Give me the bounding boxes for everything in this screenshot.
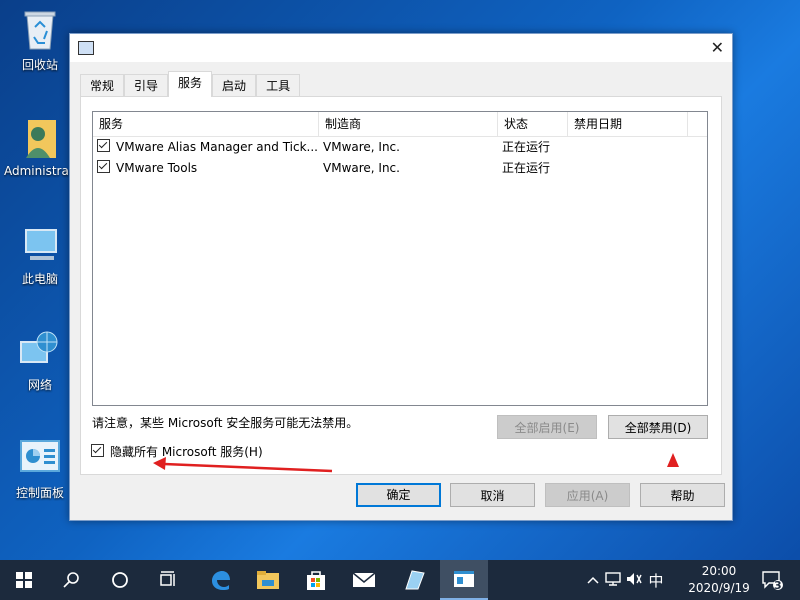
store-button[interactable]: [292, 560, 340, 600]
taskbar: 中 20:00 2020/9/19 3: [0, 560, 800, 600]
desktop-admin-folder[interactable]: Administra...: [4, 116, 76, 178]
service-manufacturer: VMware, Inc.: [323, 161, 400, 175]
msconfig-icon: [454, 571, 474, 587]
recycle-bin-icon: [18, 8, 62, 52]
notification-count: 3: [774, 579, 782, 592]
desktop-network[interactable]: 网络: [4, 328, 76, 393]
service-status: 正在运行: [502, 161, 551, 175]
system-tray: 中: [583, 560, 667, 600]
title-bar[interactable]: ✕: [70, 34, 732, 62]
tab-services[interactable]: 服务: [168, 71, 213, 97]
msconfig-taskbar-button[interactable]: [440, 560, 488, 600]
msconfig-icon: [78, 41, 94, 55]
close-button[interactable]: ✕: [711, 38, 724, 57]
desktop-icon-label: 回收站: [21, 58, 58, 72]
ok-button[interactable]: 确定: [356, 483, 441, 507]
annotation-arrow-up: [667, 453, 679, 467]
desktop-control-panel[interactable]: 控制面板: [4, 436, 76, 501]
tab-tools[interactable]: 工具: [256, 74, 301, 97]
service-name: VMware Alias Manager and Tick...: [116, 140, 318, 154]
services-list[interactable]: 服务 制造商 状态 禁用日期 VMware Alias Manager and …: [92, 111, 708, 406]
tab-startup[interactable]: 启动: [212, 74, 257, 97]
table-row[interactable]: VMware Alias Manager and Tick... VMware,…: [93, 137, 707, 158]
app-taskbar-button[interactable]: [390, 560, 438, 600]
tab-strip: 常规 引导 服务 启动 工具: [80, 71, 301, 97]
network-tray-icon[interactable]: [603, 571, 623, 589]
windows-logo-icon: [16, 572, 32, 588]
search-button[interactable]: [48, 560, 96, 600]
list-header: 服务 制造商 状态 禁用日期: [93, 112, 707, 137]
service-checkbox[interactable]: [97, 139, 110, 152]
apply-button[interactable]: 应用(A): [545, 483, 630, 507]
help-button[interactable]: 帮助: [640, 483, 725, 507]
clock-time: 20:00: [701, 564, 737, 578]
column-header-disable-date[interactable]: 禁用日期: [568, 112, 688, 136]
disable-all-button[interactable]: 全部禁用(D): [608, 415, 708, 439]
service-name: VMware Tools: [116, 161, 198, 175]
clock-date: 2020/9/19: [688, 581, 750, 595]
control-panel-icon: [18, 436, 62, 480]
ime-indicator[interactable]: 中: [645, 570, 667, 591]
app-icon: [405, 570, 425, 590]
network-icon: [18, 328, 62, 372]
service-disable-date: [568, 137, 688, 158]
services-panel: 服务 制造商 状态 禁用日期 VMware Alias Manager and …: [80, 96, 722, 475]
edge-taskbar-button[interactable]: [196, 560, 244, 600]
desktop-recycle-bin[interactable]: 回收站: [4, 8, 76, 73]
hide-microsoft-services-checkbox[interactable]: [91, 444, 104, 457]
edge-icon: [212, 571, 230, 590]
table-row[interactable]: VMware Tools VMware, Inc. 正在运行: [93, 158, 707, 179]
service-manufacturer: VMware, Inc.: [323, 140, 400, 154]
service-status: 正在运行: [502, 140, 551, 154]
desktop-icon-label: 控制面板: [15, 486, 64, 500]
tab-general[interactable]: 常规: [80, 74, 125, 97]
file-explorer-button[interactable]: [244, 560, 292, 600]
cancel-button[interactable]: 取消: [450, 483, 535, 507]
clock[interactable]: 20:00 2020/9/19: [684, 563, 754, 597]
user-folder-icon: [18, 116, 62, 160]
cortana-icon: [112, 572, 128, 588]
task-view-button[interactable]: [144, 560, 192, 600]
enable-all-button[interactable]: 全部启用(E): [497, 415, 597, 439]
annotation-arrow-left: [153, 457, 333, 473]
action-center-button[interactable]: 3: [752, 560, 792, 600]
start-button[interactable]: [0, 560, 48, 600]
mail-button[interactable]: [340, 560, 388, 600]
column-header-manufacturer[interactable]: 制造商: [319, 112, 498, 136]
tab-boot[interactable]: 引导: [124, 74, 169, 97]
show-hidden-icons-chevron-icon[interactable]: [583, 573, 603, 587]
mail-icon: [352, 572, 376, 587]
folder-icon: [257, 571, 279, 589]
desktop-icon-label: 此电脑: [21, 272, 58, 286]
column-header-status[interactable]: 状态: [498, 112, 568, 136]
service-disable-date: [568, 158, 688, 179]
service-checkbox[interactable]: [97, 160, 110, 173]
search-icon: [63, 572, 79, 588]
security-services-note: 请注意，某些 Microsoft 安全服务可能无法禁用。: [92, 416, 359, 430]
desktop-this-pc[interactable]: 此电脑: [4, 222, 76, 287]
computer-icon: [18, 222, 62, 266]
desktop-icon-label: Administra...: [4, 164, 76, 178]
column-header-service[interactable]: 服务: [93, 112, 319, 136]
system-configuration-dialog: ✕ 常规 引导 服务 启动 工具 服务 制造商 状态 禁用日期 VMware A…: [69, 33, 733, 521]
cortana-button[interactable]: [96, 560, 144, 600]
volume-icon[interactable]: [623, 572, 645, 589]
desktop-icon-label: 网络: [27, 378, 52, 392]
store-icon: [307, 571, 325, 590]
task-view-icon: [160, 571, 175, 586]
